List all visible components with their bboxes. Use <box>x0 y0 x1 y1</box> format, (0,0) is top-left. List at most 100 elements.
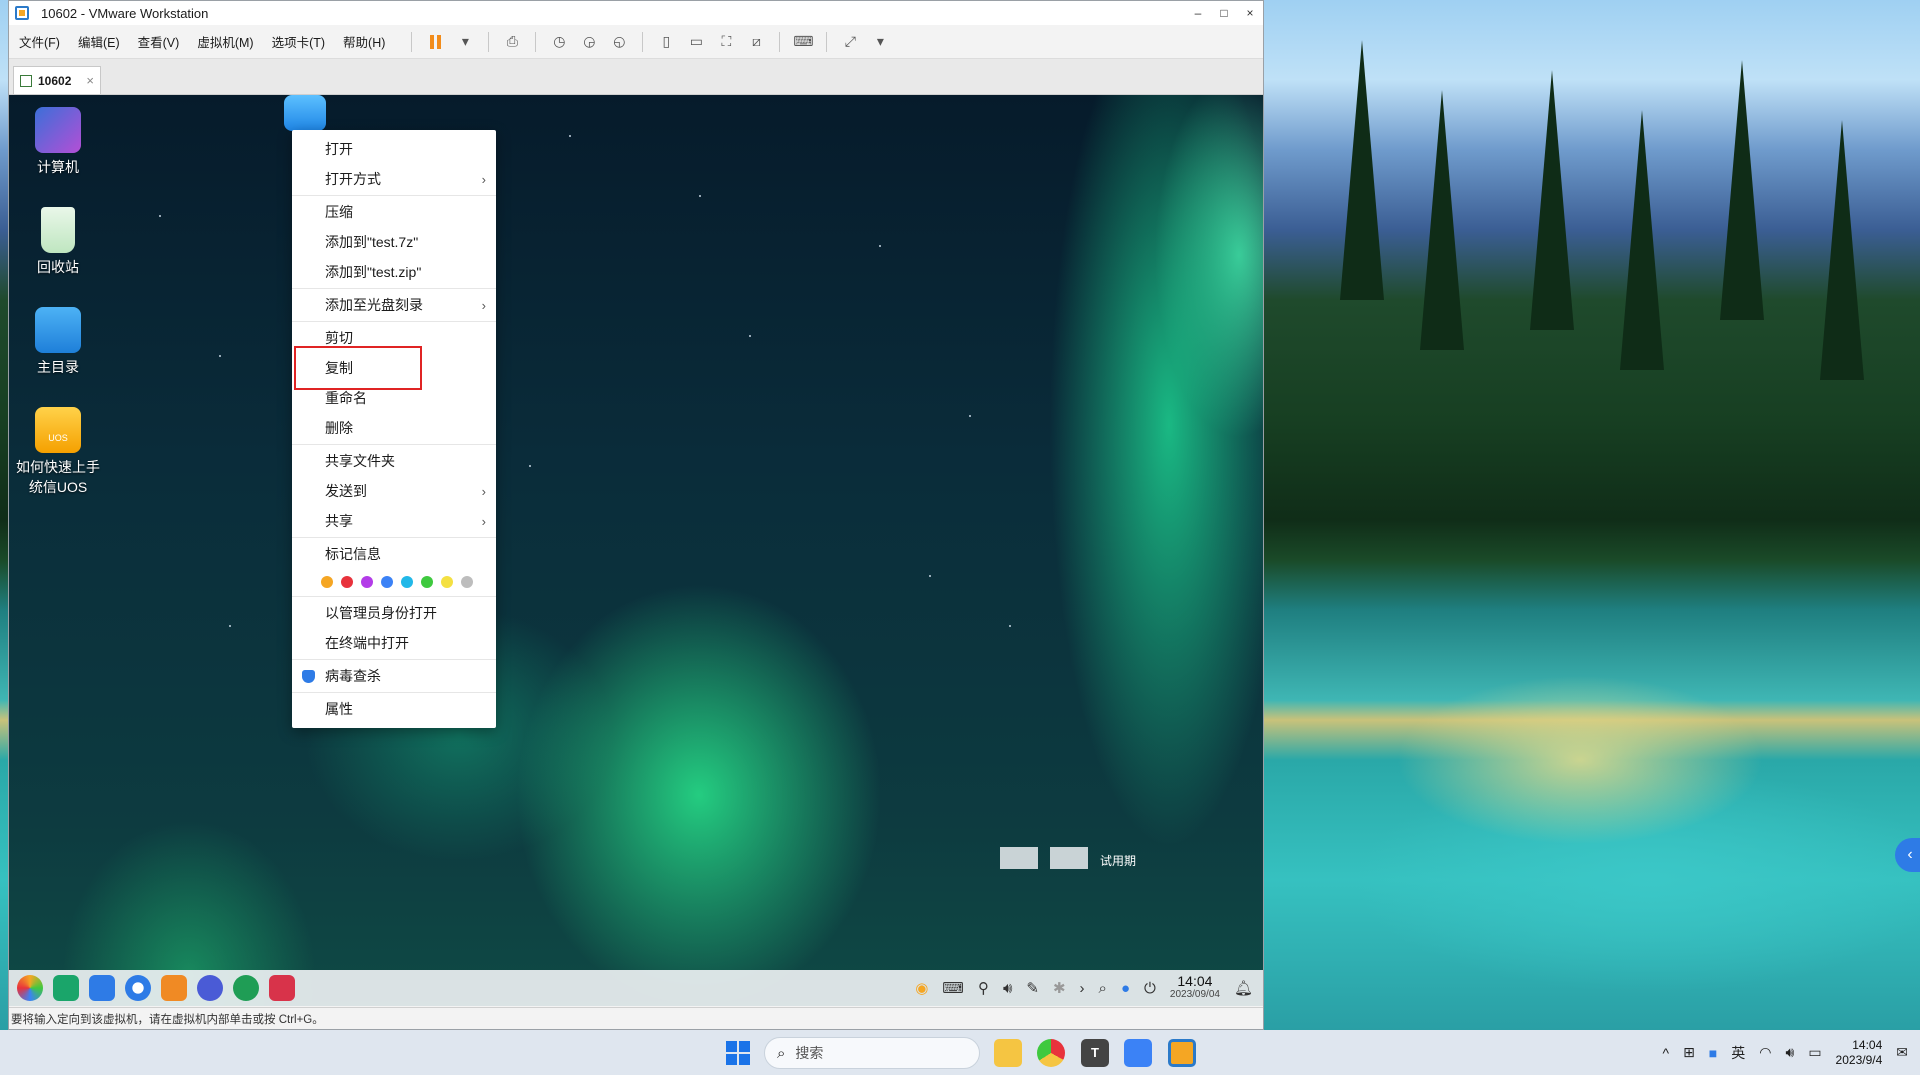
menu-item-burn[interactable]: 添加至光盘刻录 › <box>292 290 496 320</box>
menu-item-open-in-terminal[interactable]: 在终端中打开 <box>292 628 496 658</box>
notification-icon[interactable]: ✉ <box>1896 1044 1908 1061</box>
guest-clock[interactable]: 14:04 2023/09/04 <box>1170 974 1220 1001</box>
power-saver-icon[interactable]: ◉ <box>915 979 928 997</box>
app-icon[interactable] <box>1124 1039 1152 1067</box>
menu-item-share-folder[interactable]: 共享文件夹 <box>292 446 496 476</box>
snapshot-icon[interactable]: ◷ <box>550 33 568 51</box>
stretch-dropdown-icon[interactable]: ▾ <box>871 33 889 51</box>
menu-item-label: 打开 <box>325 141 353 157</box>
menu-bar: 文件(F) 编辑(E) 查看(V) 虚拟机(M) 选项卡(T) 帮助(H) ▾ … <box>9 25 1263 59</box>
thumbnail-bar-icon[interactable]: ▭ <box>687 33 705 51</box>
gift-icon[interactable] <box>161 975 187 1001</box>
trash-icon <box>41 207 75 253</box>
console-view-icon[interactable]: ⌨ <box>793 33 813 51</box>
typora-icon[interactable]: T <box>1081 1039 1109 1067</box>
pen-icon[interactable]: ✎ <box>1026 979 1039 997</box>
tag-color-row <box>292 569 496 595</box>
tray-overflow-icon[interactable]: ^ <box>1662 1045 1669 1061</box>
tag-color-dot[interactable] <box>401 576 413 588</box>
window-title: 10602 - VMware Workstation <box>41 5 209 21</box>
tag-color-dot[interactable] <box>441 576 453 588</box>
taskbar-search[interactable]: ⌕ 搜索 <box>764 1037 980 1069</box>
menu-item-share[interactable]: 共享 › <box>292 506 496 536</box>
guest-desktop[interactable]: 计算机 回收站 主目录 UOS 如何快速上手统信UOS tes 打开 打开方式›… <box>9 95 1263 1006</box>
library-icon[interactable]: ▯ <box>657 33 675 51</box>
pause-icon[interactable] <box>426 33 444 51</box>
volume-icon[interactable]: 🔊︎ <box>1785 1044 1794 1061</box>
vmware-taskbar-icon[interactable] <box>1168 1039 1196 1067</box>
tag-color-dot[interactable] <box>381 576 393 588</box>
maximize-button[interactable]: □ <box>1211 6 1237 20</box>
close-button[interactable]: × <box>1237 6 1263 20</box>
pinned-app-icon[interactable]: ⊞ <box>1683 1044 1695 1061</box>
tab-10602[interactable]: 10602 × <box>13 66 101 94</box>
menu-item-send-to[interactable]: 发送到 › <box>292 476 496 506</box>
tab-close-icon[interactable]: × <box>86 73 94 88</box>
bluetooth-icon[interactable]: ✱ <box>1053 979 1066 997</box>
menu-item-virus-scan[interactable]: 病毒查杀 <box>292 661 496 691</box>
ime-indicator[interactable]: 英 <box>1731 1043 1745 1063</box>
windows-start-icon[interactable] <box>726 1041 750 1065</box>
menu-item-open-with[interactable]: 打开方式 › <box>292 164 496 194</box>
tray-expand-icon[interactable]: › <box>1080 980 1085 997</box>
minimize-button[interactable]: – <box>1185 6 1211 20</box>
desktop-icon-trash[interactable]: 回收站 <box>16 207 100 277</box>
menu-file[interactable]: 文件(F) <box>19 32 60 51</box>
power-icon[interactable]: ⏻ <box>1144 980 1156 997</box>
menu-item-compress[interactable]: 压缩 <box>292 197 496 227</box>
menu-item-cut[interactable]: 剪切 <box>292 323 496 353</box>
file-explorer-icon[interactable] <box>994 1039 1022 1067</box>
menu-item-open[interactable]: 打开 <box>292 134 496 164</box>
keyboard-icon[interactable]: ⌨ <box>942 979 964 997</box>
menu-item-add-7z[interactable]: 添加到"test.7z" <box>292 227 496 257</box>
menu-edit[interactable]: 编辑(E) <box>78 32 120 51</box>
menu-view[interactable]: 查看(V) <box>138 32 180 51</box>
tag-color-dot[interactable] <box>321 576 333 588</box>
menu-item-open-as-admin[interactable]: 以管理员身份打开 <box>292 598 496 628</box>
desktop-icon-home[interactable]: 主目录 <box>16 307 100 377</box>
browser-icon[interactable] <box>125 975 151 1001</box>
desktop-icon-uos-guide[interactable]: UOS 如何快速上手统信UOS <box>16 407 100 497</box>
search-icon[interactable]: ⌕ <box>1099 980 1107 997</box>
network-icon[interactable]: ● <box>1121 980 1130 997</box>
title-bar[interactable]: 10602 - VMware Workstation – □ × <box>9 1 1263 25</box>
notification-icon[interactable]: 🔔︎ <box>1234 979 1253 997</box>
menu-item-add-zip[interactable]: 添加到"test.zip" <box>292 257 496 287</box>
usb-icon[interactable]: ⚲ <box>978 979 989 997</box>
tag-color-dot[interactable] <box>341 576 353 588</box>
volume-icon[interactable]: 🔊︎ <box>1003 980 1012 997</box>
menu-vm[interactable]: 虚拟机(M) <box>197 32 253 51</box>
menu-item-label: 添加至光盘刻录 <box>325 297 423 313</box>
menu-item-copy[interactable]: 复制 <box>292 353 496 383</box>
tag-color-dot[interactable] <box>461 576 473 588</box>
tag-color-dot[interactable] <box>361 576 373 588</box>
battery-icon[interactable]: ▭ <box>1808 1044 1821 1061</box>
send-ctrl-alt-del-icon[interactable]: ⎙ <box>503 33 521 51</box>
stretch-icon[interactable]: ⤢ <box>841 33 859 51</box>
desktop-icon-computer[interactable]: 计算机 <box>16 107 100 177</box>
security-icon[interactable]: ■ <box>1709 1045 1717 1061</box>
launcher-icon[interactable] <box>17 975 43 1001</box>
menu-tabs[interactable]: 选项卡(T) <box>272 32 325 51</box>
terminal-icon[interactable] <box>269 975 295 1001</box>
windows-clock[interactable]: 14:04 2023/9/4 <box>1836 1038 1883 1068</box>
menu-item-delete[interactable]: 删除 <box>292 413 496 443</box>
settings-icon[interactable] <box>197 975 223 1001</box>
tag-color-dot[interactable] <box>421 576 433 588</box>
menu-item-rename[interactable]: 重命名 <box>292 383 496 413</box>
chevron-right-icon: › <box>481 297 486 313</box>
chrome-icon[interactable] <box>1037 1039 1065 1067</box>
snapshot-manager-icon[interactable]: ◵ <box>610 33 628 51</box>
star <box>569 135 571 137</box>
menu-item-properties[interactable]: 属性 <box>292 694 496 724</box>
app-store-icon[interactable] <box>89 975 115 1001</box>
music-icon[interactable] <box>233 975 259 1001</box>
wifi-icon[interactable]: ◠ <box>1759 1044 1771 1061</box>
fullscreen-icon[interactable]: ⛶ <box>717 33 735 51</box>
search-placeholder: 搜索 <box>795 1045 824 1061</box>
file-manager-icon[interactable] <box>53 975 79 1001</box>
menu-help[interactable]: 帮助(H) <box>343 32 385 51</box>
unity-icon[interactable]: ⧄ <box>747 33 765 51</box>
power-dropdown-icon[interactable]: ▾ <box>456 33 474 51</box>
revert-snapshot-icon[interactable]: ◶ <box>580 33 598 51</box>
